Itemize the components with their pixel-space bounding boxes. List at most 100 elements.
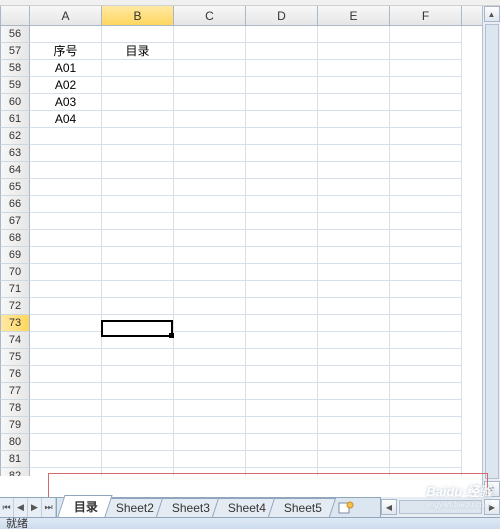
cell-D63[interactable] (246, 145, 318, 162)
cell-E82[interactable] (318, 468, 390, 476)
cell-D72[interactable] (246, 298, 318, 315)
row-header[interactable]: 80 (0, 434, 30, 451)
cell-E56[interactable] (318, 26, 390, 43)
cell-B73[interactable] (102, 315, 174, 332)
cell-E74[interactable] (318, 332, 390, 349)
cell-B72[interactable] (102, 298, 174, 315)
cell-F78[interactable] (390, 400, 462, 417)
tab-nav-last[interactable]: ⏭ (42, 498, 56, 517)
cell-C65[interactable] (174, 179, 246, 196)
cell-A67[interactable] (30, 213, 102, 230)
cell-D79[interactable] (246, 417, 318, 434)
cell-E73[interactable] (318, 315, 390, 332)
cell-D74[interactable] (246, 332, 318, 349)
row-header[interactable]: 59 (0, 77, 30, 94)
cell-C62[interactable] (174, 128, 246, 145)
cell-E59[interactable] (318, 77, 390, 94)
cell-D56[interactable] (246, 26, 318, 43)
row-header[interactable]: 57 (0, 43, 30, 60)
cell-D60[interactable] (246, 94, 318, 111)
cell-B58[interactable] (102, 60, 174, 77)
cell-A80[interactable] (30, 434, 102, 451)
cell-B75[interactable] (102, 349, 174, 366)
column-header-C[interactable]: C (174, 6, 246, 25)
cell-C76[interactable] (174, 366, 246, 383)
row-header[interactable]: 61 (0, 111, 30, 128)
column-header-D[interactable]: D (246, 6, 318, 25)
cell-B59[interactable] (102, 77, 174, 94)
row-header[interactable]: 74 (0, 332, 30, 349)
cell-E77[interactable] (318, 383, 390, 400)
cell-C72[interactable] (174, 298, 246, 315)
cell-C81[interactable] (174, 451, 246, 468)
cell-F75[interactable] (390, 349, 462, 366)
row-header[interactable]: 68 (0, 230, 30, 247)
cell-D71[interactable] (246, 281, 318, 298)
cell-F57[interactable] (390, 43, 462, 60)
cell-B60[interactable] (102, 94, 174, 111)
cell-F69[interactable] (390, 247, 462, 264)
row-header[interactable]: 73 (0, 315, 30, 332)
cell-C70[interactable] (174, 264, 246, 281)
cell-C68[interactable] (174, 230, 246, 247)
cell-A58[interactable]: A01 (30, 60, 102, 77)
cell-A74[interactable] (30, 332, 102, 349)
cell-A75[interactable] (30, 349, 102, 366)
row-header[interactable]: 67 (0, 213, 30, 230)
cell-A82[interactable] (30, 468, 102, 476)
select-all-corner[interactable] (0, 6, 30, 25)
row-header[interactable]: 75 (0, 349, 30, 366)
cell-B63[interactable] (102, 145, 174, 162)
cell-B82[interactable] (102, 468, 174, 476)
row-header[interactable]: 69 (0, 247, 30, 264)
cell-F71[interactable] (390, 281, 462, 298)
cell-A73[interactable] (30, 315, 102, 332)
cell-B81[interactable] (102, 451, 174, 468)
cell-A81[interactable] (30, 451, 102, 468)
cell-A60[interactable]: A03 (30, 94, 102, 111)
cell-E66[interactable] (318, 196, 390, 213)
cell-E67[interactable] (318, 213, 390, 230)
cell-F58[interactable] (390, 60, 462, 77)
cell-D76[interactable] (246, 366, 318, 383)
cell-E75[interactable] (318, 349, 390, 366)
cell-F64[interactable] (390, 162, 462, 179)
cell-B61[interactable] (102, 111, 174, 128)
cell-D80[interactable] (246, 434, 318, 451)
cell-B67[interactable] (102, 213, 174, 230)
cell-A78[interactable] (30, 400, 102, 417)
cell-D61[interactable] (246, 111, 318, 128)
row-header[interactable]: 62 (0, 128, 30, 145)
cell-E64[interactable] (318, 162, 390, 179)
cell-D58[interactable] (246, 60, 318, 77)
cell-A72[interactable] (30, 298, 102, 315)
cell-A71[interactable] (30, 281, 102, 298)
cell-C57[interactable] (174, 43, 246, 60)
cell-F80[interactable] (390, 434, 462, 451)
cell-B65[interactable] (102, 179, 174, 196)
cell-E78[interactable] (318, 400, 390, 417)
cell-C78[interactable] (174, 400, 246, 417)
cell-F73[interactable] (390, 315, 462, 332)
row-header[interactable]: 60 (0, 94, 30, 111)
cell-B71[interactable] (102, 281, 174, 298)
cell-E71[interactable] (318, 281, 390, 298)
cell-F76[interactable] (390, 366, 462, 383)
sheet-tab[interactable]: Sheet5 (268, 498, 336, 517)
cell-D81[interactable] (246, 451, 318, 468)
row-header[interactable]: 65 (0, 179, 30, 196)
cell-E76[interactable] (318, 366, 390, 383)
cell-E63[interactable] (318, 145, 390, 162)
cell-C77[interactable] (174, 383, 246, 400)
cell-D75[interactable] (246, 349, 318, 366)
row-header[interactable]: 58 (0, 60, 30, 77)
cell-B56[interactable] (102, 26, 174, 43)
row-header[interactable]: 64 (0, 162, 30, 179)
cell-B78[interactable] (102, 400, 174, 417)
cell-D62[interactable] (246, 128, 318, 145)
cell-F79[interactable] (390, 417, 462, 434)
cell-F67[interactable] (390, 213, 462, 230)
cell-F70[interactable] (390, 264, 462, 281)
cell-F77[interactable] (390, 383, 462, 400)
cell-C73[interactable] (174, 315, 246, 332)
